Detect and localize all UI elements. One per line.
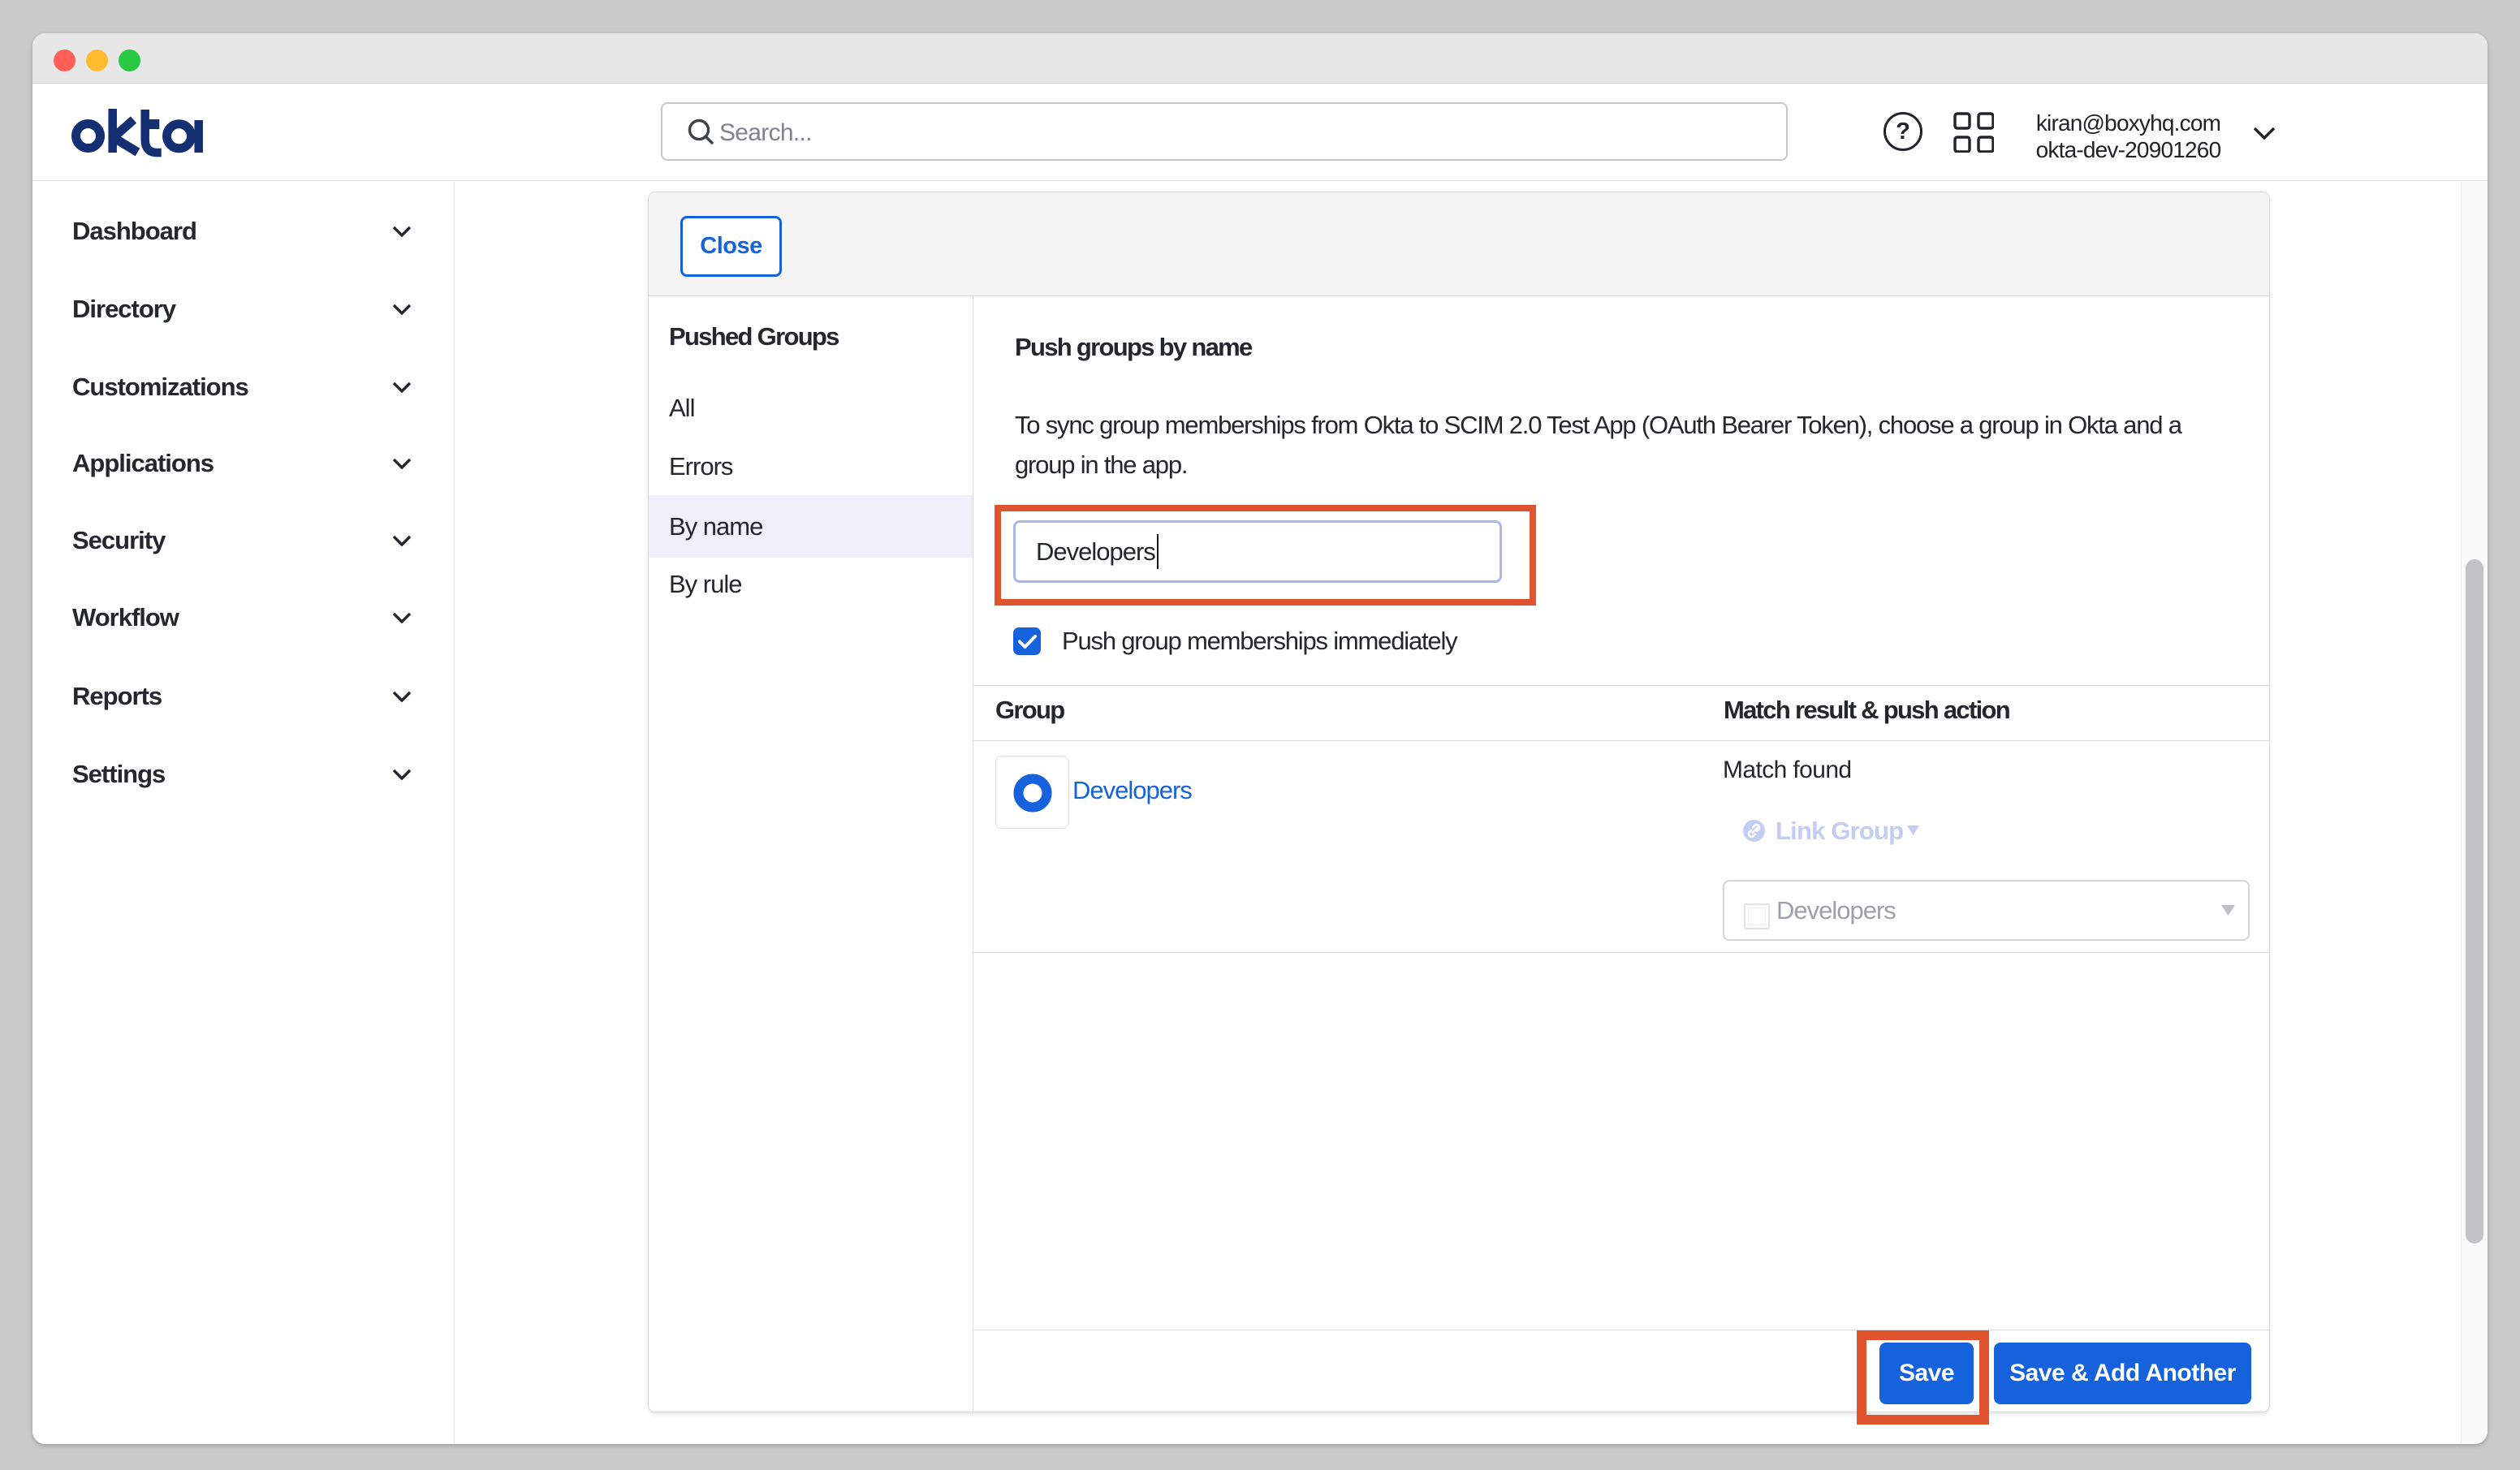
svg-text:?: ? xyxy=(1896,119,1910,144)
